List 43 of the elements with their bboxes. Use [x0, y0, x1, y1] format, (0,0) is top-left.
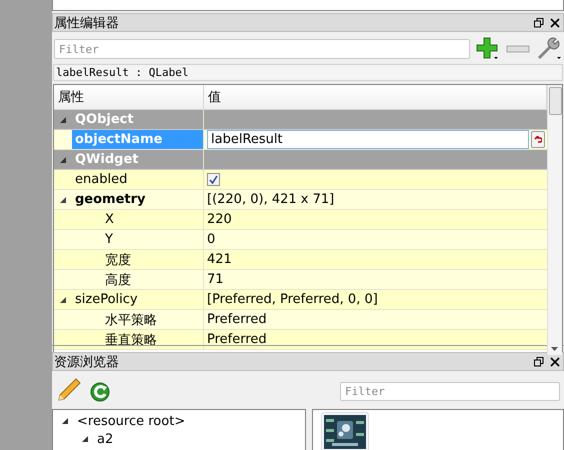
reset-button[interactable] — [531, 131, 545, 148]
group-name: QWidget — [74, 151, 140, 169]
tree-item[interactable]: a2 — [97, 432, 114, 446]
object-label: labelResult : QLabel — [53, 64, 563, 81]
collapse-arrow-icon[interactable] — [61, 417, 69, 425]
property-name[interactable]: 垂直策略 — [102, 330, 160, 349]
group-name: QObject — [74, 111, 135, 129]
float-icon[interactable] — [534, 356, 544, 366]
property-name[interactable]: sizePolicy — [72, 290, 141, 309]
scroll-thumb[interactable] — [549, 87, 562, 115]
close-icon[interactable] — [550, 18, 560, 28]
collapse-arrow-icon[interactable] — [59, 296, 67, 304]
property-name[interactable]: X — [102, 210, 117, 229]
close-icon[interactable] — [550, 356, 560, 366]
property-name[interactable]: 水平策略 — [102, 310, 160, 329]
collapse-arrow-icon[interactable] — [81, 435, 89, 443]
property-name[interactable]: enabled — [72, 170, 130, 189]
property-name[interactable]: Y — [102, 230, 116, 249]
wrench-icon[interactable] — [536, 37, 562, 61]
property-name[interactable]: 宽度 — [102, 250, 134, 269]
property-value: [(220, 0), 421 x 71] — [207, 192, 334, 207]
undo-icon — [534, 136, 542, 144]
tree-item[interactable]: <resource root> — [77, 414, 186, 428]
property-value: 0 — [207, 232, 216, 247]
checkbox[interactable] — [207, 173, 220, 186]
property-value: 421 — [207, 252, 232, 267]
property-value: 71 — [207, 272, 224, 287]
plus-icon[interactable] — [476, 37, 500, 61]
filter-field[interactable]: Filter — [340, 382, 560, 400]
scrollbar[interactable] — [547, 85, 562, 355]
property-name[interactable]: 高度 — [102, 270, 134, 289]
property-value: Preferred — [207, 312, 267, 327]
property-value: Preferred — [207, 332, 267, 347]
property-value: [Preferred, Preferred, 0, 0] — [207, 292, 378, 307]
panel-title: 资源浏览器 — [54, 354, 120, 370]
property-value: 220 — [207, 212, 232, 227]
column-header[interactable]: 属性 — [54, 85, 204, 109]
panel-title: 属性编辑器 — [54, 14, 120, 32]
collapse-arrow-icon[interactable] — [59, 196, 67, 204]
property-name[interactable]: geometry — [72, 190, 149, 209]
float-icon[interactable] — [534, 18, 544, 28]
value-field[interactable]: labelResult — [207, 130, 529, 149]
filter-field[interactable]: Filter — [54, 39, 470, 59]
